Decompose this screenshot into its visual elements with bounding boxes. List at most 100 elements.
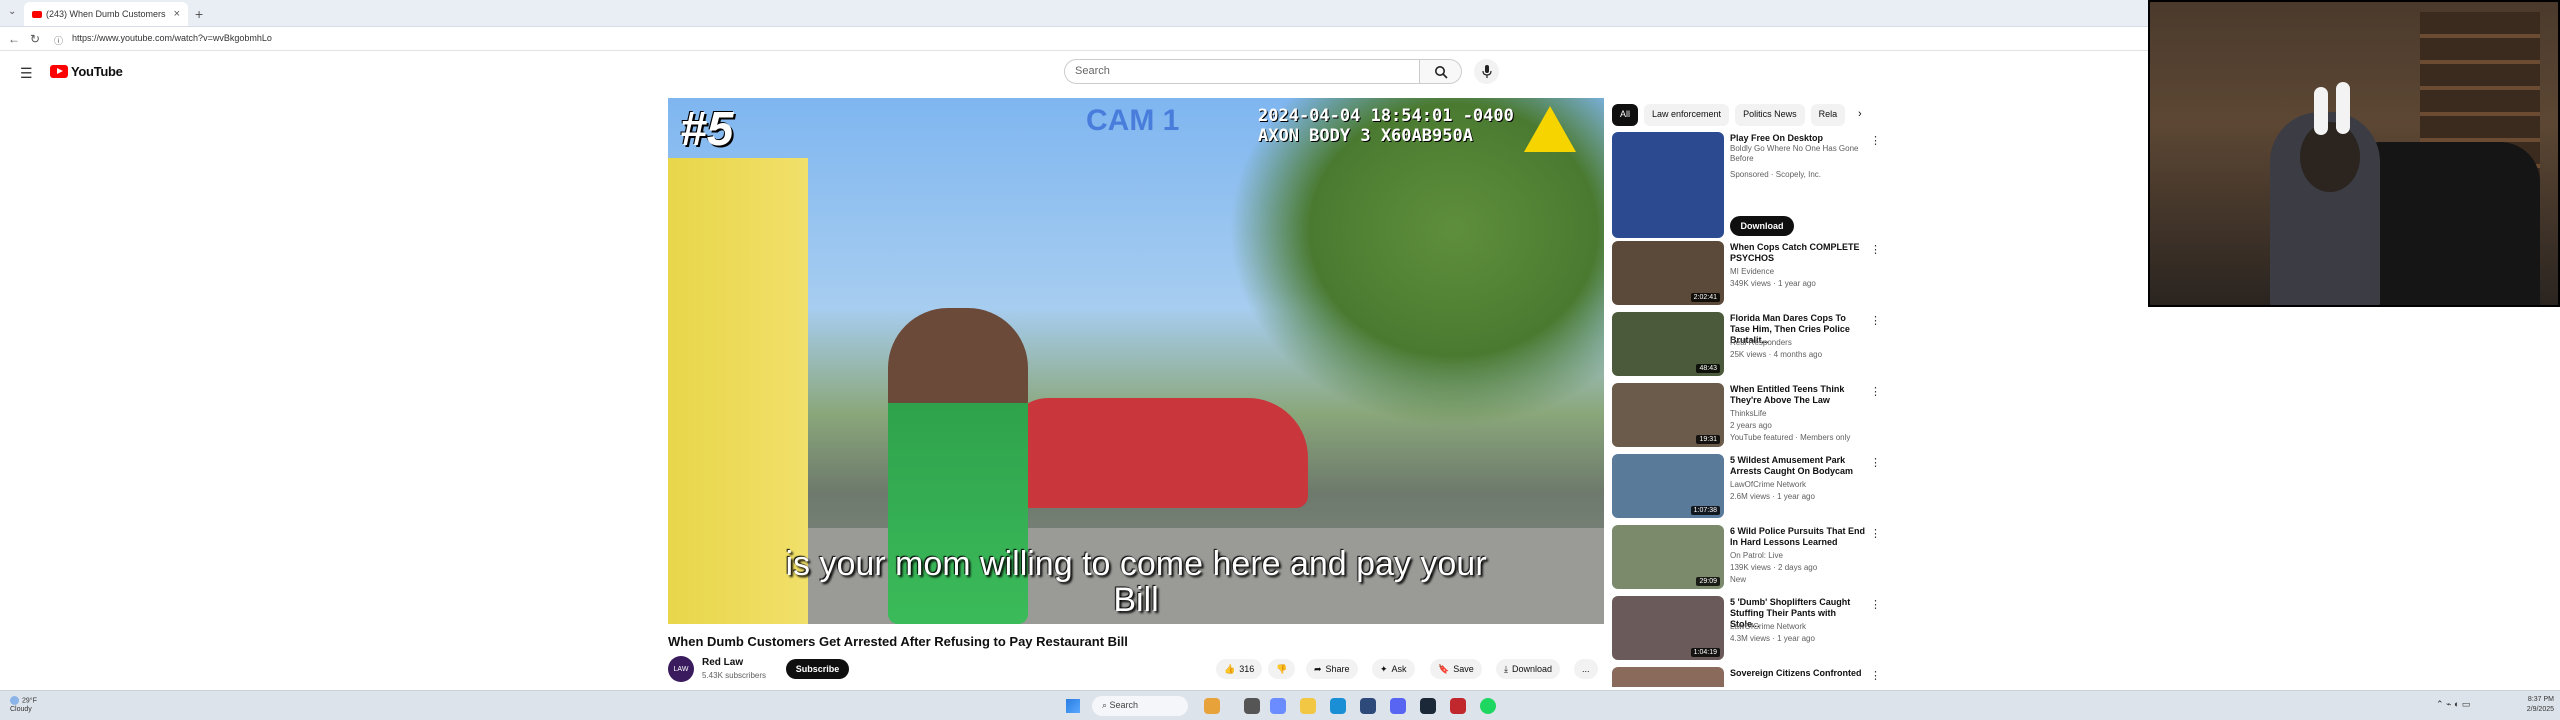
rec-title[interactable]: Sovereign Citizens Confronted — [1730, 668, 1866, 679]
rec-title[interactable]: When Cops Catch COMPLETE PSYCHOS — [1730, 242, 1866, 264]
youtube-logo[interactable]: YouTube — [50, 64, 123, 79]
windows-start-icon[interactable] — [1066, 699, 1080, 713]
rec-thumbnail[interactable]: 1:07:38 — [1612, 454, 1724, 518]
task-view-icon[interactable] — [1244, 698, 1260, 714]
bookmark-icon: 🔖 — [1438, 663, 1450, 674]
webcam-overlay — [2148, 0, 2560, 307]
back-icon[interactable]: ← — [8, 32, 20, 46]
ask-label: Ask — [1391, 664, 1407, 674]
edge-browser-icon[interactable] — [1330, 698, 1346, 714]
rec-title[interactable]: Play Free On Desktop — [1730, 133, 1866, 144]
save-button[interactable]: 🔖 Save — [1430, 659, 1482, 679]
rec-title[interactable]: 6 Wild Police Pursuits That End In Hard … — [1730, 526, 1866, 548]
more-actions-button[interactable]: ... — [1574, 659, 1598, 679]
copilot-icon[interactable] — [1270, 698, 1286, 714]
voice-search-button[interactable] — [1474, 59, 1499, 84]
rec-thumbnail[interactable] — [1612, 667, 1724, 687]
rec-meta: 2.6M views · 1 year ago — [1730, 492, 1815, 501]
rec-meta: 25K views · 4 months ago — [1730, 350, 1823, 359]
more-vert-icon[interactable]: ⋮ — [1870, 243, 1881, 256]
discord-icon[interactable] — [1390, 698, 1406, 714]
list-item[interactable]: 19:31 When Entitled Teens Think They're … — [1612, 383, 1882, 451]
widgets-icon[interactable] — [1204, 698, 1220, 714]
video-cam-label: CAM 1 — [1086, 104, 1180, 137]
subscribe-button[interactable]: Subscribe — [786, 659, 849, 679]
dislike-button[interactable]: 👎 — [1268, 659, 1296, 679]
cloud-icon — [10, 696, 19, 705]
menu-icon[interactable]: ☰ — [20, 65, 33, 82]
list-item[interactable]: 2:02:41 When Cops Catch COMPLETE PSYCHOS… — [1612, 241, 1882, 309]
chip-law-enforcement[interactable]: Law enforcement — [1644, 104, 1730, 126]
ask-button[interactable]: ✦ Ask — [1372, 659, 1415, 679]
list-item[interactable]: 1:04:19 5 'Dumb' Shoplifters Caught Stuf… — [1612, 596, 1882, 664]
share-button[interactable]: ➦ Share — [1306, 659, 1358, 679]
video-bodycam-stamp: 2024-04-04 18:54:01 -0400 AXON BODY 3 X6… — [1258, 106, 1514, 146]
tab-list-chevron-icon[interactable]: ⌄ — [8, 6, 16, 17]
ad-download-button[interactable]: Download — [1730, 216, 1794, 236]
app-icon[interactable] — [1450, 698, 1466, 714]
more-vert-icon[interactable]: ⋮ — [1870, 456, 1881, 469]
new-tab-button[interactable]: + — [195, 6, 203, 22]
rec-meta: 349K views · 1 year ago — [1730, 279, 1816, 288]
list-item[interactable]: Play Free On Desktop Boldly Go Where No … — [1612, 132, 1882, 238]
chevron-right-icon[interactable]: › — [1858, 108, 1862, 120]
rec-thumbnail[interactable]: 29:09 — [1612, 525, 1724, 589]
rec-thumbnail[interactable]: 48:43 — [1612, 312, 1724, 376]
list-item[interactable]: 1:07:38 5 Wildest Amusement Park Arrests… — [1612, 454, 1882, 522]
clock-time: 8:37 PM — [2527, 696, 2554, 703]
rec-channel: ThinksLife — [1730, 409, 1767, 418]
tab-title: (243) When Dumb Customers — [46, 9, 166, 19]
list-item[interactable]: 48:43 Florida Man Dares Cops To Tase Him… — [1612, 312, 1882, 380]
weather-desc: Cloudy — [10, 706, 32, 714]
video-player[interactable]: #5 CAM 1 2024-04-04 18:54:01 -0400 AXON … — [668, 98, 1604, 624]
url-field[interactable]: https://www.youtube.com/watch?v=wvBkgobm… — [72, 33, 272, 43]
microphone-icon — [1481, 64, 1492, 78]
share-label: Share — [1325, 664, 1350, 674]
taskbar-search[interactable]: ⌕ Search — [1092, 696, 1188, 716]
chip-all[interactable]: All — [1612, 104, 1639, 126]
more-vert-icon[interactable]: ⋮ — [1870, 134, 1881, 147]
download-label: Download — [1511, 664, 1553, 674]
more-vert-icon[interactable]: ⋮ — [1870, 527, 1881, 540]
browser-tab[interactable]: (243) When Dumb Customers × — [24, 2, 188, 26]
list-item[interactable]: 29:09 6 Wild Police Pursuits That End In… — [1612, 525, 1882, 593]
chip-politics-news[interactable]: Politics News — [1735, 104, 1805, 126]
rec-channel: On Patrol: Live — [1730, 551, 1783, 560]
more-vert-icon[interactable]: ⋮ — [1870, 669, 1881, 682]
close-tab-icon[interactable]: × — [174, 8, 180, 20]
subtitle-line-2: Bill — [1113, 581, 1159, 619]
rec-channel: Boldly Go Where No One Has Gone Before — [1730, 144, 1859, 163]
rec-thumbnail[interactable]: 2:02:41 — [1612, 241, 1724, 305]
more-vert-icon[interactable]: ⋮ — [1870, 314, 1881, 327]
rec-thumbnail[interactable]: 1:04:19 — [1612, 596, 1724, 660]
rec-channel: Real Responders — [1730, 338, 1792, 347]
weather-widget[interactable]: 29°F Cloudy — [10, 696, 37, 714]
store-icon[interactable] — [1360, 698, 1376, 714]
more-vert-icon[interactable]: ⋮ — [1870, 598, 1881, 611]
system-tray[interactable]: ⌃ ⌁ ◐ ▭ — [2436, 699, 2470, 710]
rec-duration: 19:31 — [1696, 435, 1720, 444]
rec-thumbnail[interactable] — [1612, 132, 1724, 238]
list-item[interactable]: Sovereign Citizens Confronted ⋮ — [1612, 667, 1882, 687]
clock[interactable]: 8:37 PM 2/9/2025 — [2504, 695, 2554, 715]
rec-meta: Sponsored · Scopely, Inc. — [1730, 170, 1822, 179]
more-vert-icon[interactable]: ⋮ — [1870, 385, 1881, 398]
chip-related[interactable]: Rela — [1810, 104, 1846, 126]
download-button[interactable]: ⤓ Download — [1496, 659, 1561, 679]
search-input[interactable]: Search — [1064, 59, 1420, 84]
rec-thumbnail[interactable]: 19:31 — [1612, 383, 1724, 447]
rec-meta: 139K views · 2 days ago — [1730, 563, 1818, 572]
like-button[interactable]: 👍 316 — [1216, 659, 1263, 679]
steam-icon[interactable] — [1420, 698, 1436, 714]
rec-title[interactable]: 5 Wildest Amusement Park Arrests Caught … — [1730, 455, 1866, 477]
headset-ear-icon — [2314, 87, 2328, 135]
channel-name[interactable]: Red Law — [702, 657, 743, 668]
reload-icon[interactable]: ↻ — [30, 32, 40, 46]
search-button[interactable] — [1420, 59, 1462, 84]
file-explorer-icon[interactable] — [1300, 698, 1316, 714]
channel-avatar[interactable]: LAW — [668, 656, 694, 682]
subscriber-count: 5.43K subscribers — [702, 671, 767, 680]
site-info-icon[interactable]: ⓘ — [54, 34, 63, 47]
rec-title[interactable]: When Entitled Teens Think They're Above … — [1730, 384, 1866, 406]
spotify-icon[interactable] — [1480, 698, 1496, 714]
